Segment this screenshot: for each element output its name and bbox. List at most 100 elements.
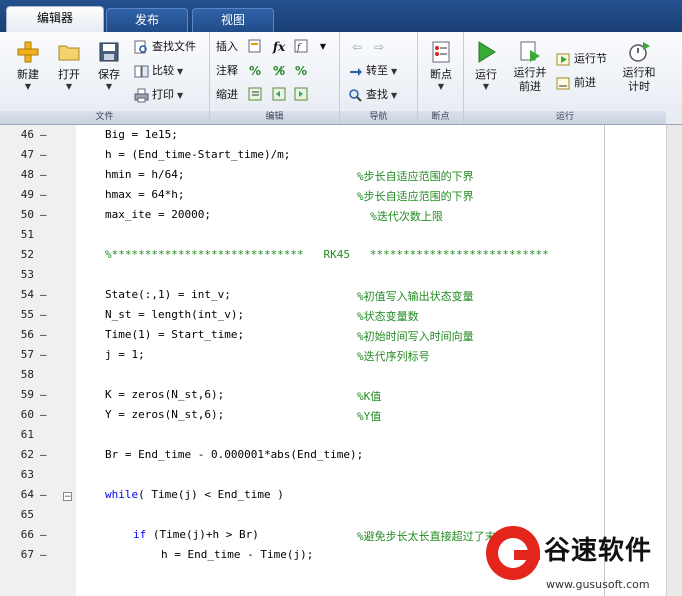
wrap-comment-icon[interactable]: % <box>292 62 310 80</box>
tab-editor[interactable]: 编辑器 <box>6 6 104 32</box>
breakpoint-dash[interactable]: — <box>40 448 48 461</box>
group-breakpoints: 断点 ▼ 断点 <box>418 32 464 124</box>
code-text: h = (End_time-Start_time)/m; <box>105 148 291 161</box>
breakpoint-dash[interactable]: — <box>40 188 48 201</box>
find-files-button[interactable]: 查找文件 <box>134 38 196 56</box>
code-line: Y = zeros(N_st,6); <box>105 408 224 421</box>
goto-arrow-icon <box>350 67 362 76</box>
line-number: 62 <box>20 448 34 461</box>
breakpoint-dash[interactable]: — <box>40 528 48 541</box>
breakpoint-dash[interactable]: — <box>40 548 48 561</box>
play-icon <box>478 41 496 63</box>
chevron-down-icon: ▼ <box>391 91 398 100</box>
code-line: K = zeros(N_st,6); <box>105 388 224 401</box>
magnifier-icon <box>349 88 362 102</box>
fx-insert-function-button[interactable]: fx <box>270 38 288 56</box>
print-button[interactable]: 打印 ▼ <box>134 86 183 104</box>
line-number: 61 <box>20 428 34 441</box>
code-line: hmin = h/64; <box>105 168 184 181</box>
breakpoint-dash[interactable]: — <box>40 288 48 301</box>
breakpoint-dash[interactable]: — <box>40 348 48 361</box>
insert-button[interactable]: 插入 <box>216 38 238 56</box>
forward-arrow-icon[interactable]: ⇨ <box>370 38 388 56</box>
breakpoints-button[interactable]: 断点 ▼ <box>422 40 460 92</box>
line-number: 54 <box>20 288 34 301</box>
line-number: 47 <box>20 148 34 161</box>
code-text: hmin = h/64; <box>105 168 185 181</box>
keyword: while <box>105 488 139 501</box>
tab-publish[interactable]: 发布 <box>106 8 188 32</box>
function-list-icon[interactable]: f <box>292 38 310 56</box>
chevron-down-icon: ▼ <box>437 82 445 91</box>
compare-button[interactable]: 比较 ▼ <box>134 62 183 80</box>
breakpoints-icon <box>432 41 450 63</box>
chevron-down-icon: ▼ <box>177 91 184 100</box>
insert-section-icon[interactable] <box>246 38 264 56</box>
indent-button[interactable]: 缩进 <box>216 86 238 104</box>
line-number: 48 <box>20 168 34 181</box>
line-number: 60 <box>20 408 34 421</box>
smart-indent-icon[interactable] <box>246 86 264 104</box>
breakpoint-dash[interactable]: — <box>40 128 48 141</box>
tab-view[interactable]: 视图 <box>192 8 274 32</box>
group-file: 新建 ▼ 打开 ▼ 保存 ▼ 查找文件 比较 ▼ 打印 ▼ 文件 <box>0 32 210 124</box>
advance-button[interactable]: 前进 <box>556 74 596 92</box>
find-button[interactable]: 查找 ▼ <box>348 86 397 104</box>
run-section-button[interactable]: 运行节 <box>556 50 607 68</box>
breakpoint-dash[interactable]: — <box>40 148 48 161</box>
line-number: 52 <box>20 248 34 261</box>
code-text: ( Time(j) < End_time ) <box>138 488 284 501</box>
breakpoint-dash[interactable]: — <box>40 328 48 341</box>
new-button[interactable]: 新建 ▼ <box>8 40 48 92</box>
group-run: 运行 ▼ 运行并 前进 运行节 前进 运行和 计时 运行 <box>464 32 666 124</box>
breakpoint-dash[interactable]: — <box>40 408 48 421</box>
open-button[interactable]: 打开 ▼ <box>50 40 88 92</box>
code-text: Br = End_time - 0.000001*abs(End_time); <box>105 448 364 461</box>
chevron-down-icon: ▼ <box>177 67 184 76</box>
code-text: N_st = length(int_v); <box>105 308 245 321</box>
group-label-breakpoints: 断点 <box>418 111 463 124</box>
breakpoint-dash[interactable]: — <box>40 168 48 181</box>
save-button[interactable]: 保存 ▼ <box>90 40 128 92</box>
code-line: Br = End_time - 0.000001*abs(End_time); <box>105 448 363 461</box>
decrease-indent-icon[interactable] <box>270 86 288 104</box>
code-text: Time(1) = Start_time; <box>105 328 245 341</box>
code-comment: %迭代序列标号 <box>357 350 430 363</box>
group-navigate: ⇦ ⇨ 转至 ▼ 查找 ▼ 导航 <box>340 32 418 124</box>
comment-percent-icon[interactable]: % <box>246 62 264 80</box>
code-text: max_ite = 20000; <box>105 208 211 221</box>
back-arrow-icon[interactable]: ⇦ <box>348 38 366 56</box>
code-comment: %K值 <box>357 390 382 403</box>
line-number: 53 <box>20 268 34 281</box>
code-comment: %***************************** RK45 ****… <box>105 248 549 261</box>
fold-toggle-icon[interactable]: − <box>63 492 72 502</box>
breakpoint-dash[interactable]: — <box>40 488 48 501</box>
group-edit: 插入 注释 缩进 fx f ▼ % %̸ % 编辑 <box>210 32 340 124</box>
watermark: 谷速软件 www.gususoft.com <box>484 524 682 596</box>
breakpoint-dash[interactable]: — <box>40 208 48 221</box>
find-files-icon <box>134 40 147 53</box>
run-and-advance-button[interactable]: 运行并 前进 <box>508 40 552 94</box>
run-and-time-button[interactable]: 运行和 计时 <box>616 40 662 94</box>
line-number: 49 <box>20 188 34 201</box>
comment-button[interactable]: 注释 <box>216 62 238 80</box>
goto-button[interactable]: 转至 ▼ <box>348 62 397 80</box>
run-section-icon <box>556 53 570 65</box>
watermark-url: www.gususoft.com <box>546 578 650 591</box>
folder-icon <box>58 45 80 61</box>
chevron-down-icon[interactable]: ▼ <box>314 38 332 56</box>
line-number: 66 <box>20 528 34 541</box>
code-folding-column <box>60 125 76 596</box>
code-text: (Time(j)+h > Br) <box>146 528 259 541</box>
keyword: if <box>133 528 147 541</box>
compare-icon <box>134 65 149 77</box>
run-button[interactable]: 运行 ▼ <box>466 40 506 92</box>
breakpoint-dash[interactable]: — <box>40 308 48 321</box>
line-number: 46 <box>20 128 34 141</box>
increase-indent-icon[interactable] <box>292 86 310 104</box>
breakpoint-dash[interactable]: — <box>40 388 48 401</box>
code-line: j = 1; <box>105 348 145 361</box>
uncomment-percent-icon[interactable]: %̸ <box>270 62 288 80</box>
code-comment: %步长自适应范围的下界 <box>357 170 474 183</box>
group-label-run: 运行 <box>464 111 666 124</box>
